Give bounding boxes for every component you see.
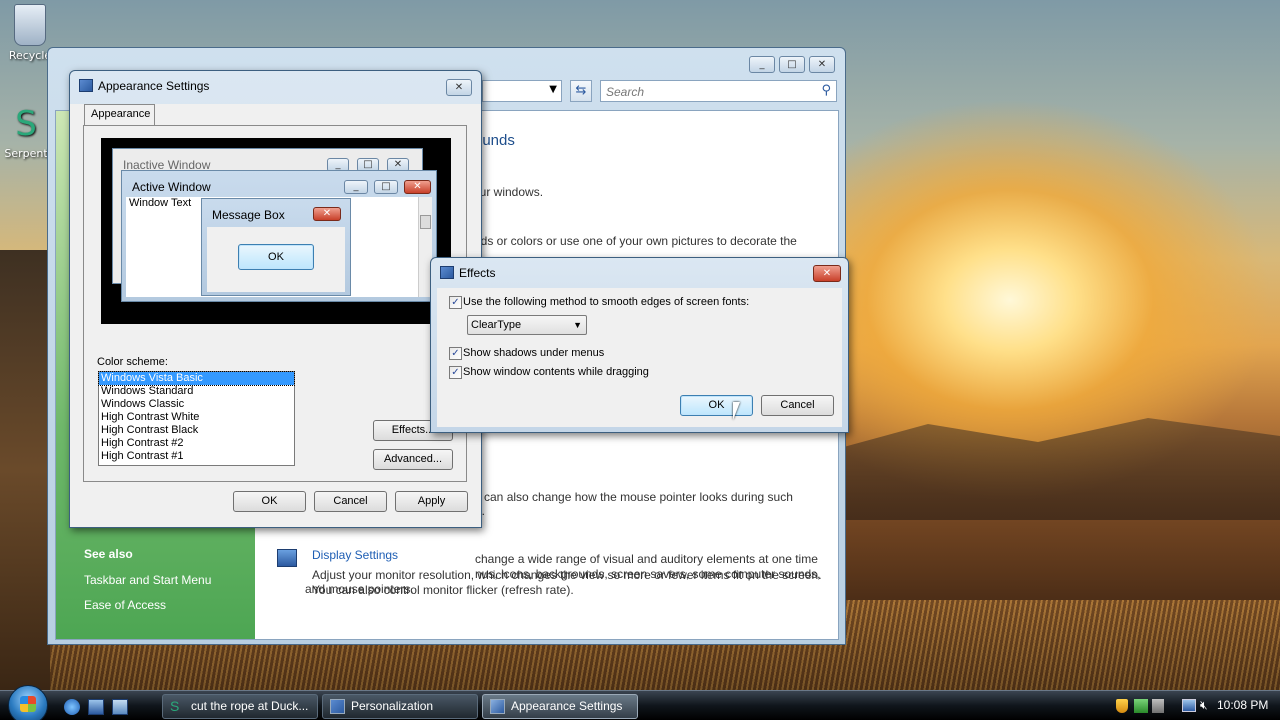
mouse-cursor-icon [733,402,740,420]
content-line: our windows. [473,185,544,199]
taskbar-button-label: Appearance Settings [511,699,623,713]
desktop-hills [840,418,1280,520]
preview-message-box: Message Box ✕ OK [201,198,351,296]
address-bar[interactable]: ▼ [482,80,562,102]
preview-minimize-icon: _ [344,180,368,194]
menu-shadows-checkbox[interactable]: ✓ [449,347,462,360]
chevron-down-icon[interactable]: ▼ [549,84,557,95]
taskbar-button-personalization[interactable]: Personalization [322,694,478,719]
content-line: u can also change how the mouse pointer … [474,490,793,504]
serpent-icon: S [170,698,180,714]
switch-windows-icon[interactable] [112,699,128,715]
refresh-icon: ⇆ [575,83,587,98]
search-input[interactable]: Search ⚲ [600,80,837,102]
list-item[interactable]: High Contrast #2 [99,437,294,450]
drag-contents-checkbox[interactable]: ✓ [449,366,462,379]
close-button[interactable]: ✕ [809,56,835,73]
serpent-icon: S [15,104,37,144]
smooth-method-value: ClearType [471,319,522,331]
volume-muted-icon[interactable]: 🔇︎ [1200,698,1208,713]
smooth-fonts-checkbox[interactable]: ✓ [449,296,462,309]
display-settings-link[interactable]: Display Settings [312,548,398,562]
display-settings-desc-2: You can also control monitor flicker (re… [312,583,574,597]
taskbar-button-label: cut the rope at Duck... [191,699,309,713]
taskbar-button-appearance-settings[interactable]: Appearance Settings [482,694,638,719]
preview-close-icon: ✕ [404,180,431,194]
advanced-button[interactable]: Advanced... [373,449,453,470]
message-box-body: OK [207,227,345,292]
dialog-title: Appearance Settings [98,79,210,93]
list-item[interactable]: Windows Standard [99,385,294,398]
clock[interactable]: 10:08 PM [1217,698,1268,712]
tab-appearance[interactable]: Appearance [84,104,155,126]
content-line: change a wide range of visual and audito… [475,552,818,566]
taskbar-button-cut-the-rope[interactable]: S cut the rope at Duck... [162,694,318,719]
message-box-title: Message Box [212,208,285,222]
preview-scroll-thumb [420,215,431,229]
list-item[interactable]: Windows Classic [99,398,294,411]
monitor-icon[interactable] [1182,699,1196,712]
recycle-bin-icon [14,4,46,46]
cancel-button[interactable]: Cancel [314,491,387,512]
show-desktop-icon[interactable] [88,699,104,715]
windows-logo-icon [20,696,36,712]
chevron-down-icon: ▼ [573,320,582,330]
display-settings-desc: Adjust your monitor resolution, which ch… [312,568,822,582]
smooth-fonts-label: Use the following method to smooth edges… [463,296,750,308]
list-item[interactable]: High Contrast Black [99,424,294,437]
appearance-icon [490,699,505,714]
maximize-button[interactable]: □ [779,56,805,73]
desktop-icon-label: Serpent [4,147,48,160]
see-also-link-taskbar[interactable]: Taskbar and Start Menu [84,573,211,587]
close-button[interactable]: ✕ [813,265,841,282]
see-also-heading: See also [84,547,133,561]
list-item[interactable]: Windows Vista Basic [98,371,295,386]
color-scheme-list[interactable]: Windows Vista Basic Windows Standard Win… [98,371,295,466]
effects-ok-button[interactable]: OK [680,395,753,416]
window-text-sample: Window Text [129,197,192,209]
refresh-button[interactable]: ⇆ [570,80,592,102]
appearance-preview: Inactive Window _ □ ✕ Active Window _ □ … [101,138,451,324]
taskbar-button-label: Personalization [351,699,434,713]
color-scheme-label: Color scheme: [97,356,168,368]
appearance-icon [79,79,93,92]
list-item[interactable]: High Contrast White [99,411,294,424]
effects-icon [440,266,454,279]
devices-icon[interactable] [1152,699,1164,713]
start-button[interactable] [8,685,48,720]
preview-ok-button: OK [238,244,314,270]
search-placeholder: Search [606,85,645,99]
close-button[interactable]: ✕ [446,79,472,96]
display-settings-icon [277,549,297,567]
preview-maximize-icon: □ [374,180,398,194]
effects-cancel-button[interactable]: Cancel [761,395,834,416]
see-also-link-ease-of-access[interactable]: Ease of Access [84,598,166,612]
security-shield-icon[interactable] [1116,699,1128,713]
apply-button[interactable]: Apply [395,491,468,512]
network-icon[interactable] [1134,699,1148,713]
menu-shadows-label: Show shadows under menus [463,347,605,359]
desktop-left-shadow [0,250,50,690]
list-item[interactable]: High Contrast #1 [99,450,294,463]
smooth-method-select[interactable]: ClearType ▼ [467,315,587,335]
preview-close-icon: ✕ [313,207,341,221]
personalization-icon [330,699,345,714]
active-window-title: Active Window [132,180,211,194]
internet-explorer-icon[interactable] [64,699,80,715]
dialog-title: Effects [459,266,496,280]
desktop-icon-label: Recycle [8,49,52,62]
content-line: nds or colors or use one of your own pic… [474,234,797,248]
taskbar: S cut the rope at Duck... Personalizatio… [0,685,1280,720]
ok-button[interactable]: OK [233,491,306,512]
drag-contents-label: Show window contents while dragging [463,366,649,378]
search-icon[interactable]: ⚲ [821,83,831,98]
minimize-button[interactable]: _ [749,56,775,73]
